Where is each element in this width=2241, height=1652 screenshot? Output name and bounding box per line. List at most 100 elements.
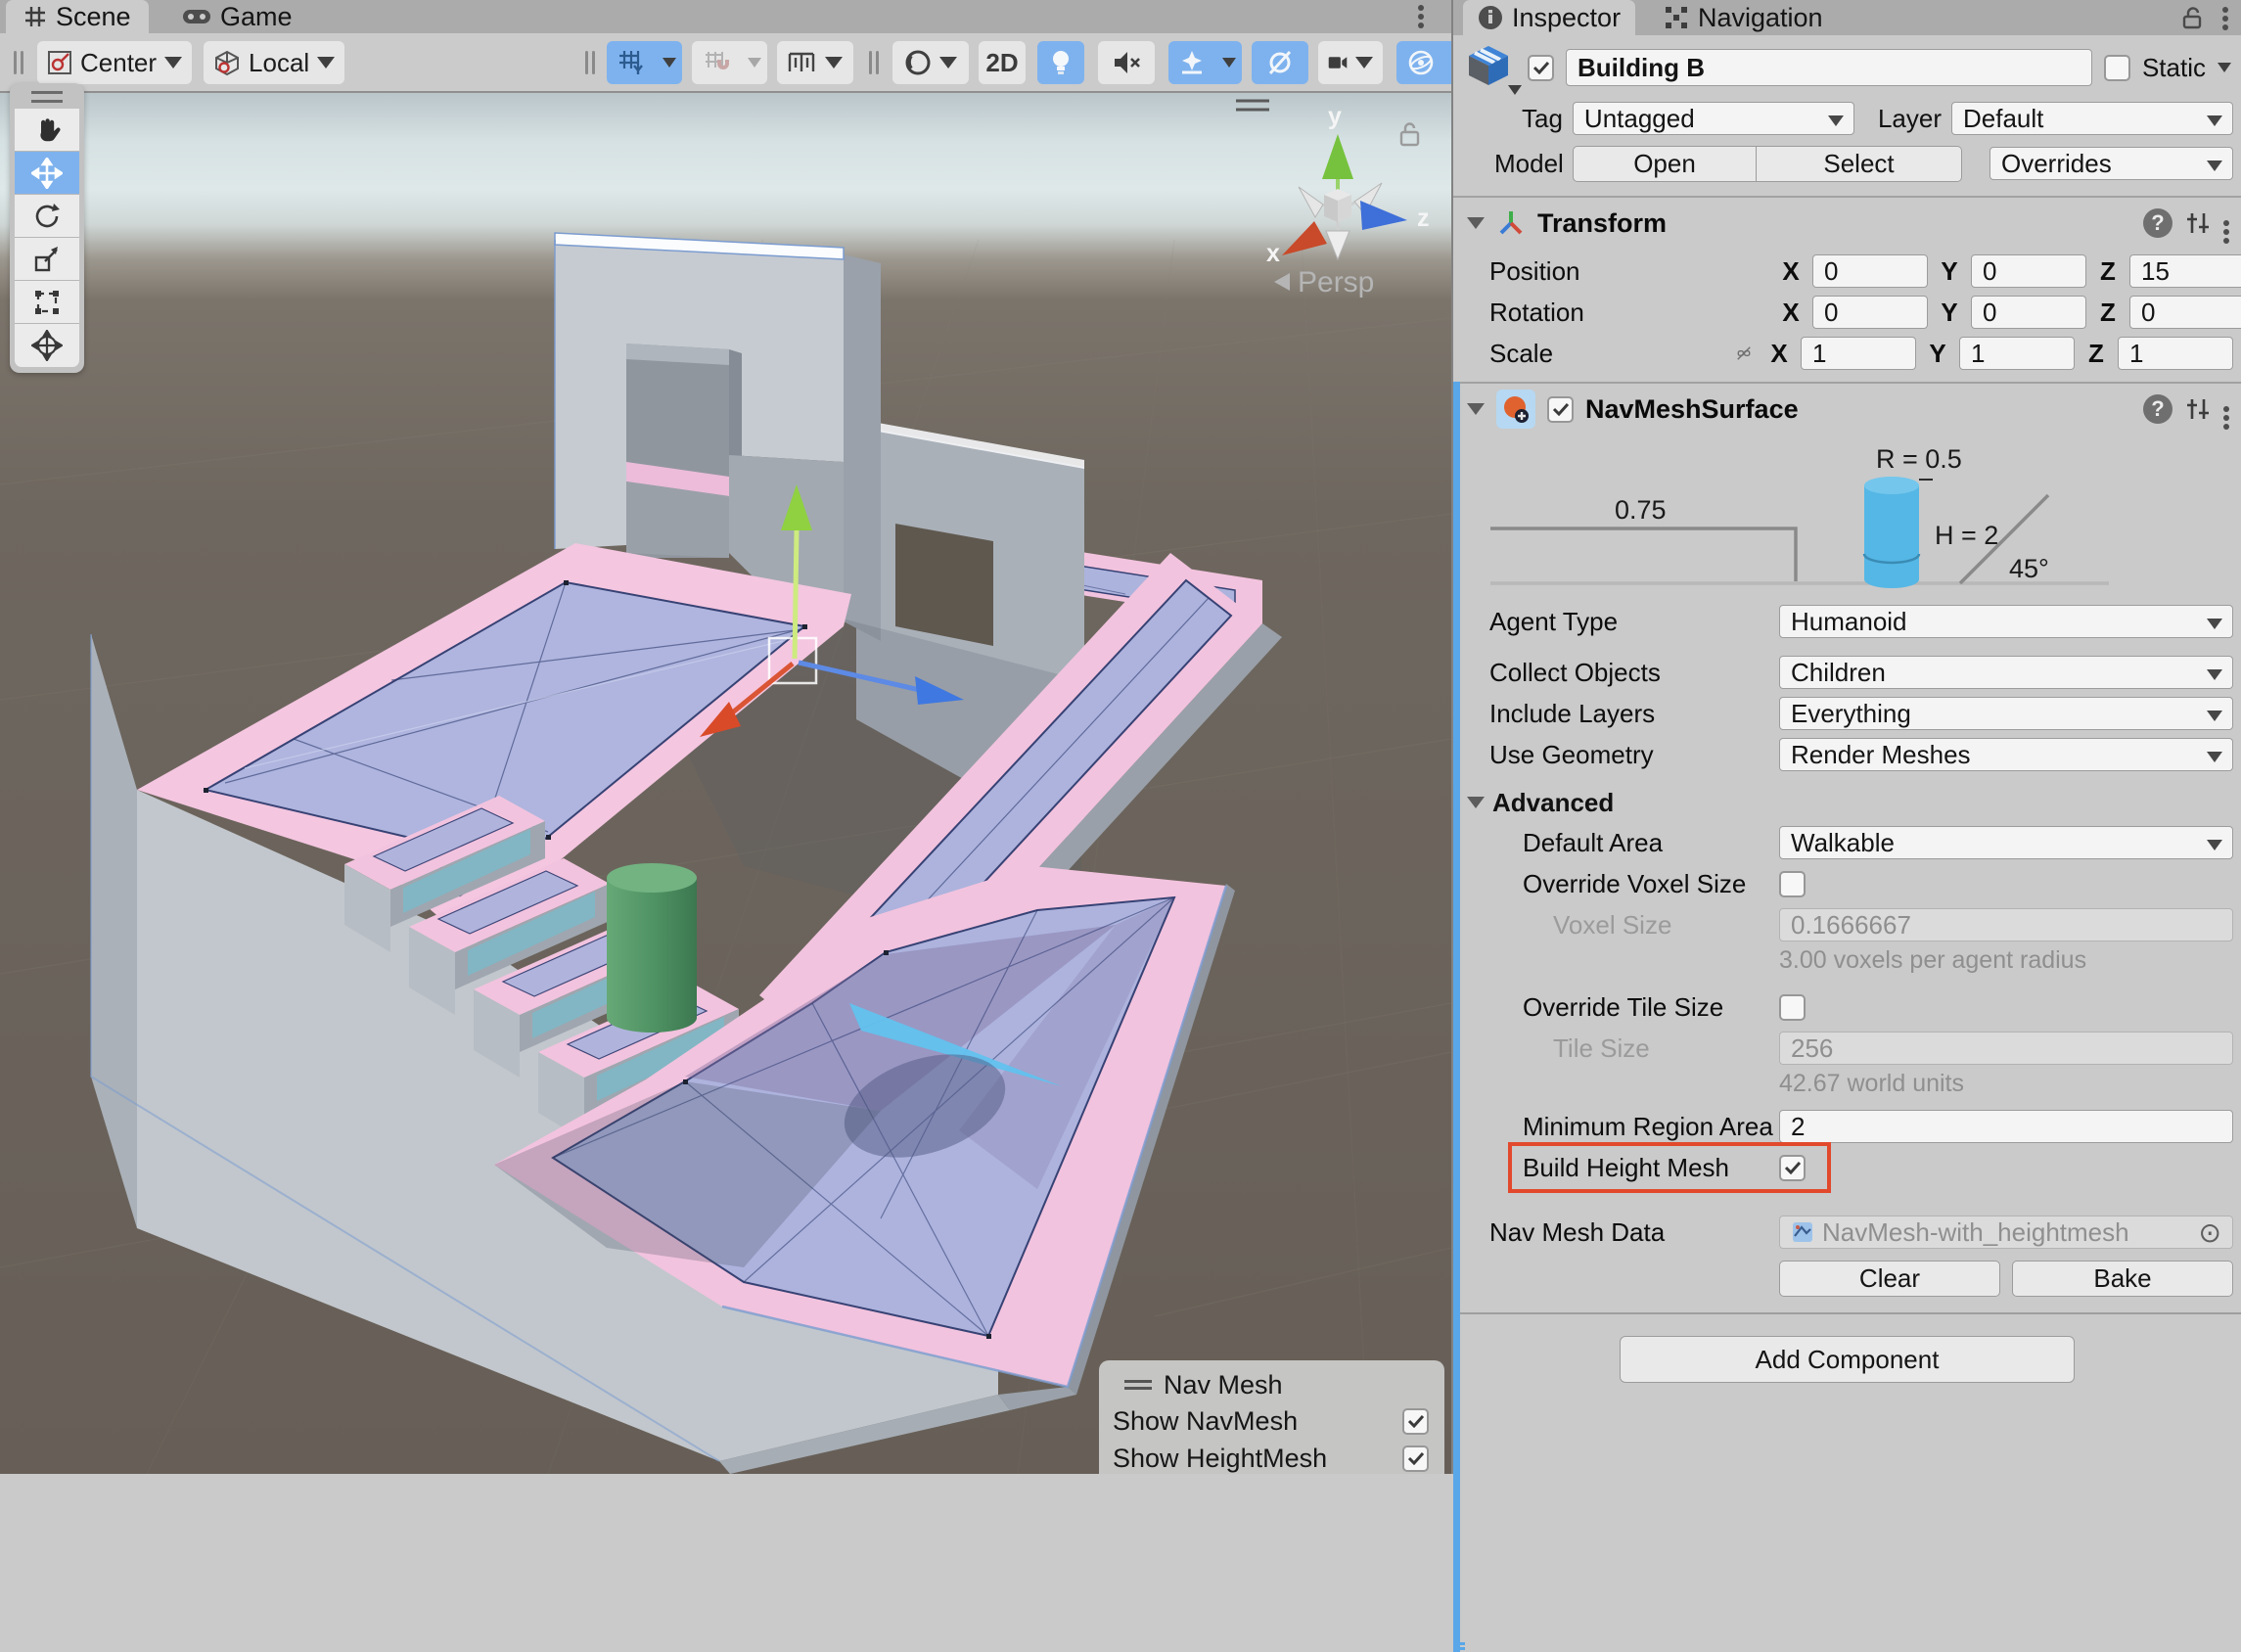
orientation-button[interactable]: Local: [204, 41, 344, 84]
unlock-icon[interactable]: [2182, 7, 2202, 29]
override-tile-size-checkbox[interactable]: [1779, 994, 1806, 1021]
move-tool-button[interactable]: [15, 152, 79, 195]
lighting-toggle-button[interactable]: [1037, 41, 1084, 84]
bake-button[interactable]: Bake: [2012, 1261, 2233, 1297]
transform-tool-button[interactable]: [15, 324, 79, 367]
constrain-proportions-icon[interactable]: [1736, 340, 1752, 367]
toolbar-drag-handle[interactable]: [14, 51, 17, 74]
show-navmesh-checkbox[interactable]: [1402, 1408, 1429, 1435]
increment-snap-button[interactable]: [777, 41, 853, 84]
static-chevron-icon[interactable]: [2218, 63, 2231, 72]
navmeshsurface-enabled-checkbox[interactable]: [1547, 396, 1574, 423]
rotation-x-field[interactable]: 0: [1812, 296, 1928, 329]
hidden-objects-button[interactable]: [1252, 41, 1308, 84]
prefab-icon[interactable]: [1465, 42, 1516, 93]
camera-icon: [1328, 52, 1348, 73]
gizmo-y-label: y: [1328, 103, 1342, 130]
hand-tool-button[interactable]: [15, 109, 79, 152]
advanced-foldout[interactable]: Advanced: [1453, 785, 2241, 820]
gizmo-globe-icon: [1407, 49, 1435, 76]
toolbar-drag-handle[interactable]: [585, 51, 588, 74]
audio-toggle-button[interactable]: [1098, 41, 1155, 84]
scene-menu-kebab-icon[interactable]: [1418, 5, 1424, 11]
presets-icon[interactable]: [2184, 209, 2212, 237]
model-open-button[interactable]: Open: [1573, 146, 1757, 182]
grid-visibility-button[interactable]: [607, 41, 656, 84]
layer-dropdown[interactable]: Default: [1951, 102, 2233, 135]
gameobject-name-field[interactable]: Building B: [1566, 49, 2092, 86]
scale-x-field[interactable]: 1: [1801, 337, 1916, 370]
add-component-button[interactable]: Add Component: [1620, 1336, 2075, 1383]
tab-scene[interactable]: Scene: [6, 0, 149, 33]
component-kebab-icon[interactable]: [2223, 406, 2229, 412]
rotate-tool-button[interactable]: [15, 195, 79, 238]
scene-visibility-gizmo-button[interactable]: [1396, 41, 1445, 84]
rotation-z-field[interactable]: 0: [2129, 296, 2241, 329]
presets-icon[interactable]: [2184, 395, 2212, 423]
rect-tool-button[interactable]: [15, 281, 79, 324]
override-voxel-size-label: Override Voxel Size: [1523, 869, 1779, 899]
clear-button[interactable]: Clear: [1779, 1261, 2000, 1297]
chevron-down-icon: [939, 57, 957, 69]
static-checkbox[interactable]: [2104, 55, 2130, 81]
palette-drag-handle-icon[interactable]: [31, 91, 63, 103]
scale-z-field[interactable]: 1: [2118, 337, 2233, 370]
agent-type-dropdown[interactable]: Humanoid: [1779, 605, 2233, 638]
gameobject-active-checkbox[interactable]: [1528, 55, 1554, 81]
model-select-button[interactable]: Select: [1757, 146, 1962, 182]
minimum-region-area-field[interactable]: 2: [1779, 1110, 2233, 1143]
transform-header[interactable]: Transform ?: [1453, 196, 2241, 249]
inspector-menu-kebab-icon[interactable]: [2222, 7, 2228, 13]
object-picker-icon[interactable]: ⊙: [2199, 1216, 2221, 1249]
position-z-field[interactable]: 15: [2129, 254, 2241, 288]
2d-toggle-button[interactable]: 2D: [979, 41, 1026, 84]
build-height-mesh-checkbox[interactable]: [1779, 1155, 1806, 1181]
foldout-icon[interactable]: [1467, 217, 1485, 229]
scene-3d-viewport[interactable]: y z x Persp: [0, 93, 1451, 1474]
diagram-radius-label: R = 0.5: [1876, 444, 1962, 474]
overrides-dropdown[interactable]: Overrides: [1989, 147, 2233, 180]
use-geometry-dropdown[interactable]: Render Meshes: [1779, 738, 2233, 771]
effects-dropdown[interactable]: [1215, 41, 1242, 84]
y-axis-arrow[interactable]: [795, 530, 797, 659]
tile-size-label: Tile Size: [1553, 1033, 1779, 1064]
navmeshsurface-header[interactable]: NavMeshSurface ?: [1453, 382, 2241, 435]
help-icon[interactable]: ?: [2143, 394, 2172, 424]
use-geometry-label: Use Geometry: [1489, 740, 1779, 770]
default-area-dropdown[interactable]: Walkable: [1779, 826, 2233, 859]
position-x-field[interactable]: 0: [1812, 254, 1928, 288]
component-kebab-icon[interactable]: [2223, 220, 2229, 226]
snap-dropdown[interactable]: [741, 41, 767, 84]
scale-icon: [32, 245, 62, 274]
audio-muted-icon: [1112, 50, 1141, 75]
diagram-slope-label: 45°: [2009, 554, 2049, 583]
inspector-tab-bar: Inspector Navigation: [1453, 0, 2241, 35]
grid-dropdown[interactable]: [656, 41, 682, 84]
pivot-mode-button[interactable]: Center: [37, 41, 192, 84]
effects-button[interactable]: [1168, 41, 1215, 84]
gizmo-z-label: z: [1417, 205, 1430, 232]
foldout-icon[interactable]: [1467, 403, 1485, 415]
camera-button[interactable]: [1318, 41, 1383, 84]
draw-mode-button[interactable]: [892, 41, 969, 84]
collect-objects-row: Collect Objects Children: [1453, 654, 2241, 691]
scale-tool-button[interactable]: [15, 238, 79, 281]
tab-navigation[interactable]: Navigation: [1649, 0, 1838, 35]
include-layers-dropdown[interactable]: Everything: [1779, 697, 2233, 730]
help-icon[interactable]: ?: [2143, 208, 2172, 238]
nav-mesh-data-field[interactable]: NavMesh-with_heightmesh ⊙: [1779, 1216, 2233, 1249]
collect-objects-dropdown[interactable]: Children: [1779, 656, 2233, 689]
scale-y-field[interactable]: 1: [1959, 337, 2075, 370]
position-y-field[interactable]: 0: [1971, 254, 2086, 288]
tag-dropdown[interactable]: Untagged: [1573, 102, 1854, 135]
prefab-expand-chevron-icon[interactable]: [1508, 85, 1522, 95]
show-heightmesh-checkbox[interactable]: [1402, 1446, 1429, 1472]
overlay-drag-handle-icon[interactable]: [1124, 1380, 1152, 1390]
tab-inspector[interactable]: Inspector: [1463, 0, 1635, 35]
tab-game[interactable]: Game: [164, 0, 310, 33]
snap-button[interactable]: [692, 41, 741, 84]
projection-label[interactable]: Persp: [1298, 266, 1374, 298]
override-voxel-size-checkbox[interactable]: [1779, 871, 1806, 897]
scene-view: Scene Game Center Local: [0, 0, 1451, 1474]
rotation-y-field[interactable]: 0: [1971, 296, 2086, 329]
